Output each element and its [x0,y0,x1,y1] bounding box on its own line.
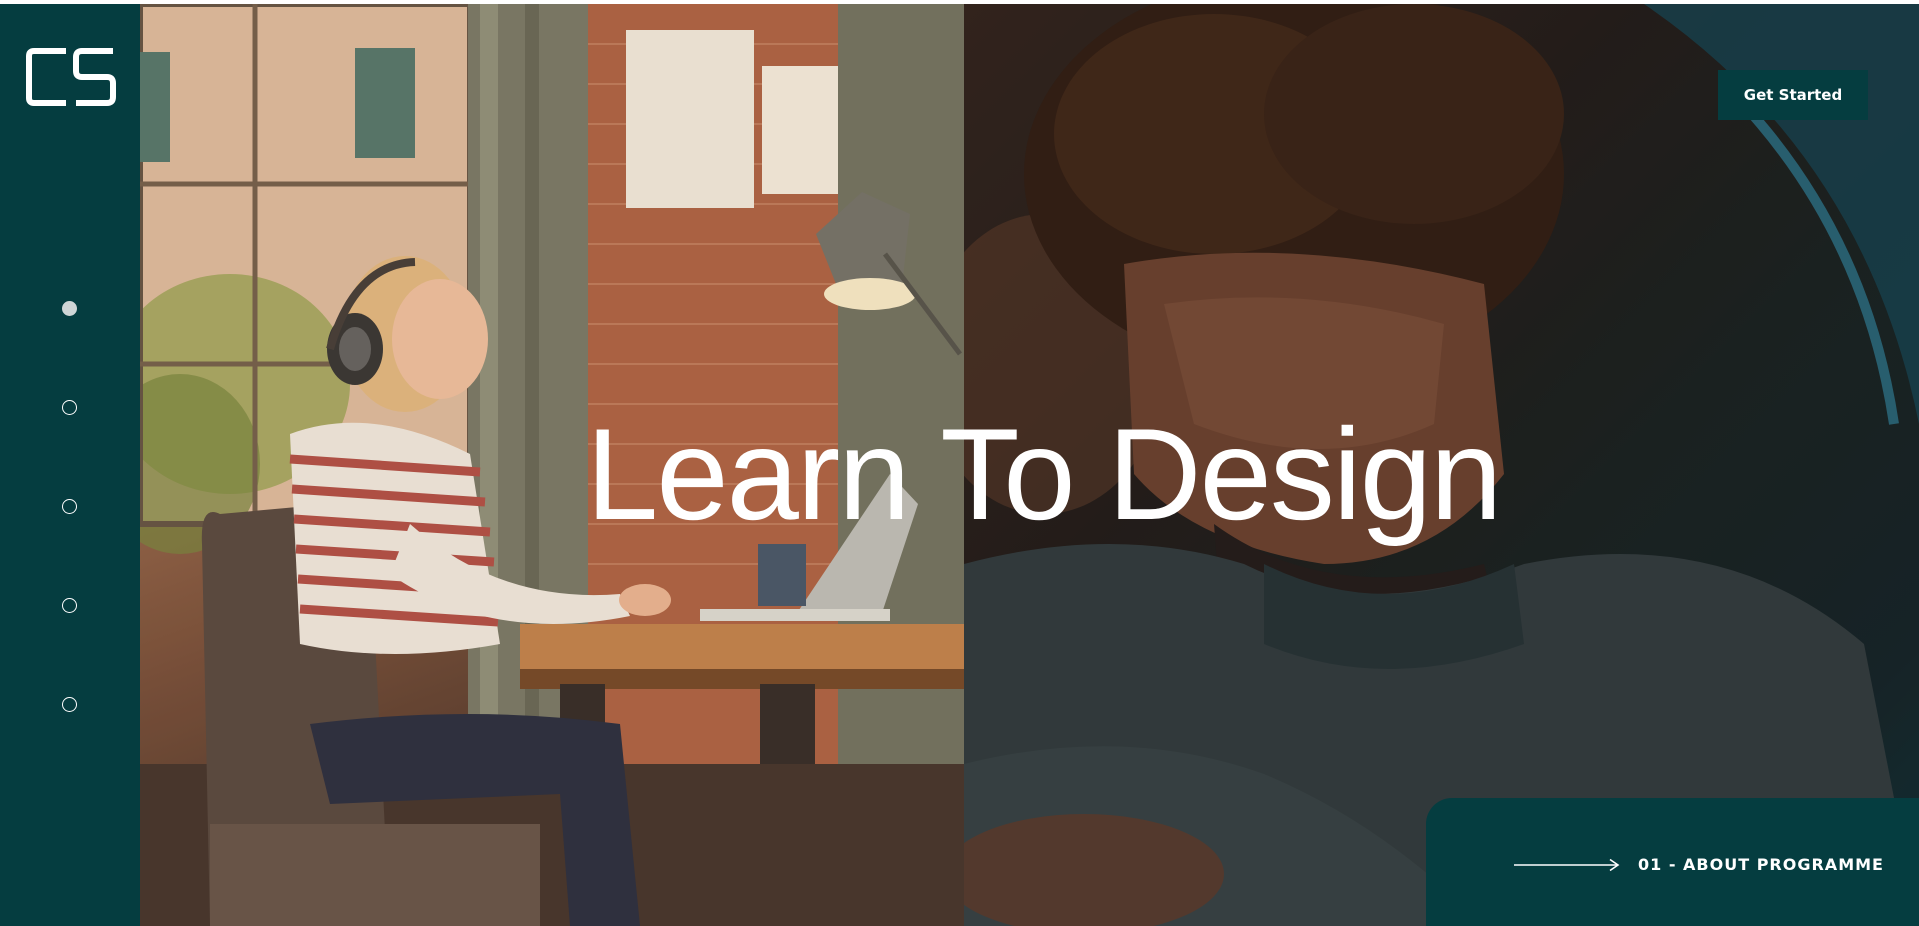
slide-dot-5[interactable] [62,697,77,712]
slide-dot-3[interactable] [62,499,77,514]
slide-dot-1[interactable] [62,301,77,316]
hero-title: Learn To Design [586,401,1502,547]
about-programme-link[interactable]: 01 - ABOUT PROGRAMME [1426,798,1919,926]
page-frame: Learn To Design Get Started 01 - ABOUT P… [0,4,1919,926]
hero: Learn To Design Get Started [140,4,1919,926]
slide-dot-2[interactable] [62,400,77,415]
sidebar [0,4,140,926]
slide-dot-4[interactable] [62,598,77,613]
get-started-button[interactable]: Get Started [1718,70,1868,120]
about-programme-label: 01 - ABOUT PROGRAMME [1638,855,1884,874]
logo[interactable] [26,48,116,106]
long-arrow-right-icon [1514,858,1620,872]
